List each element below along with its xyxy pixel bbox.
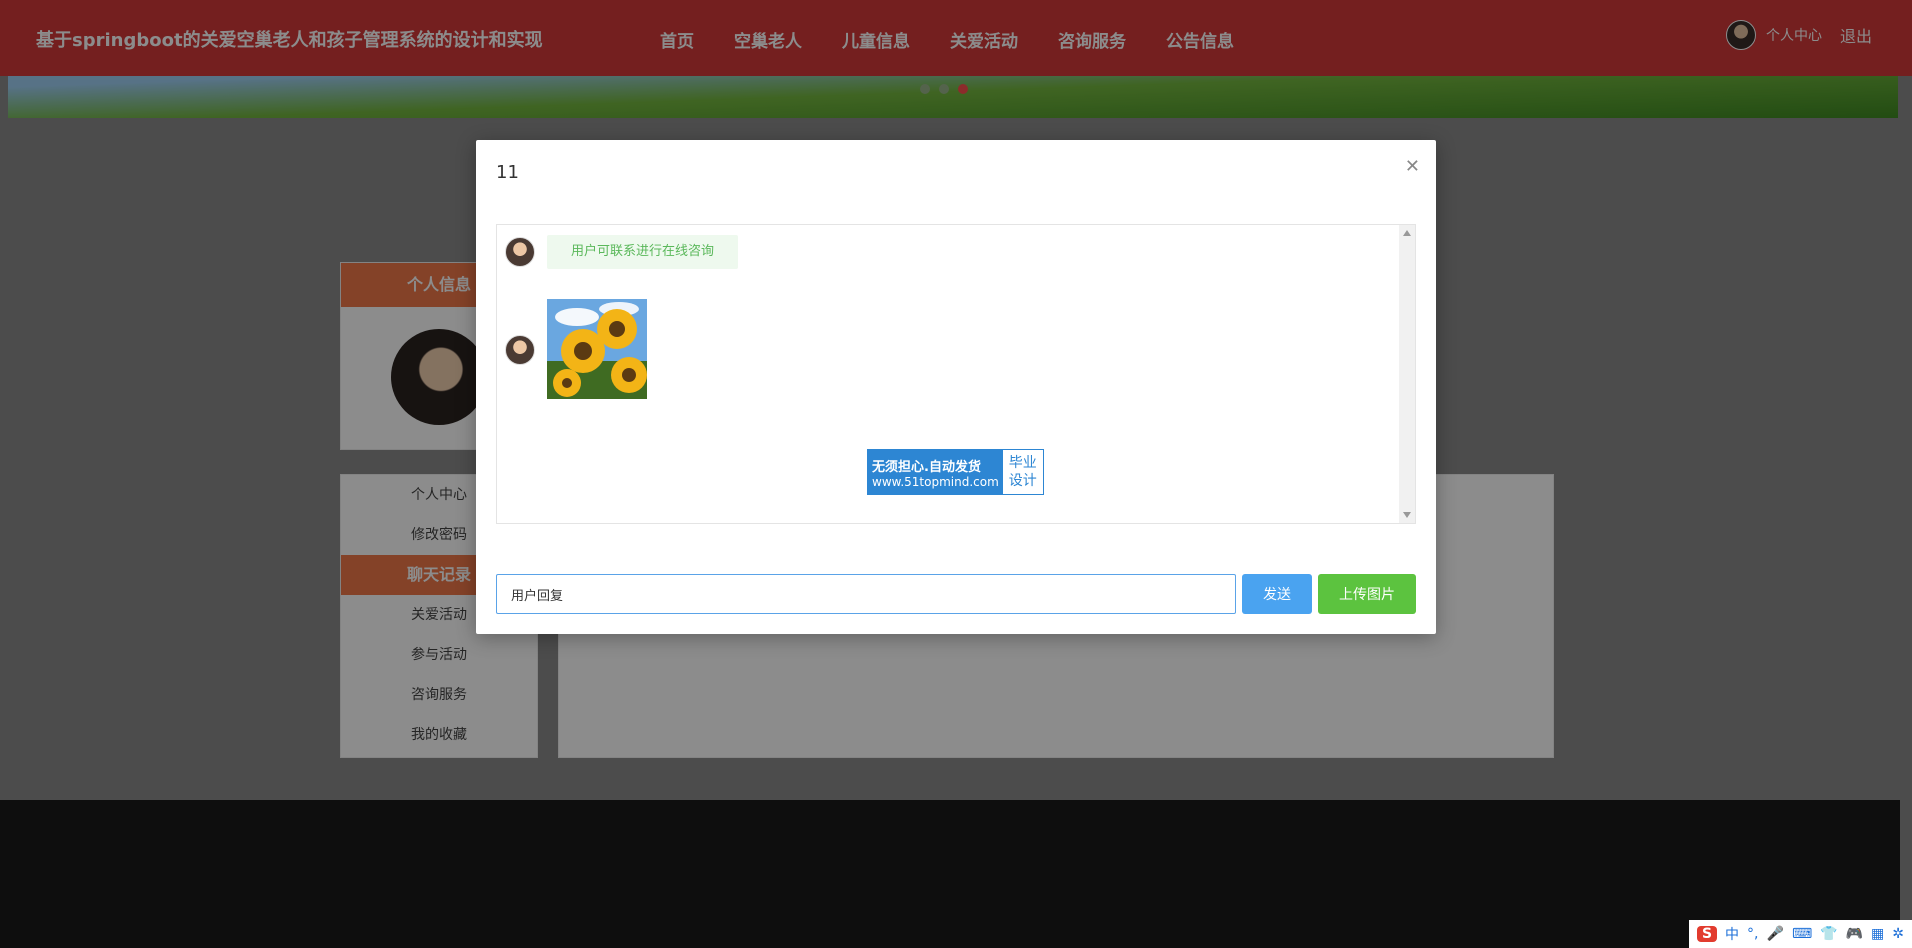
- chinese-mode-icon[interactable]: 中: [1725, 924, 1739, 944]
- keyboard-icon[interactable]: ⌨: [1792, 926, 1812, 942]
- microphone-icon[interactable]: 🎤: [1767, 926, 1784, 942]
- send-button[interactable]: 发送: [1242, 574, 1312, 614]
- punctuation-icon[interactable]: °,: [1747, 926, 1758, 942]
- modal-title: 11: [496, 162, 519, 183]
- watermark-url: www.51topmind.com: [872, 474, 999, 489]
- settings-icon[interactable]: ✲: [1892, 926, 1904, 942]
- watermark-tag: 毕业: [1008, 455, 1037, 471]
- watermark-tag: 设计: [1008, 473, 1037, 489]
- skin-icon[interactable]: 👕: [1820, 926, 1837, 942]
- sogou-ime-icon[interactable]: S: [1696, 926, 1718, 942]
- toolbox-icon[interactable]: ▦: [1871, 926, 1884, 942]
- reply-input[interactable]: [496, 574, 1236, 614]
- scroll-up-icon[interactable]: [1403, 230, 1411, 236]
- chat-modal: 11 ✕ 用户可联系进行在线咨询 无须担心.自动发货 www.51topmind…: [476, 140, 1436, 634]
- close-icon[interactable]: ✕: [1405, 156, 1420, 177]
- chat-scrollbar[interactable]: [1399, 225, 1415, 523]
- chat-history-box[interactable]: 用户可联系进行在线咨询 无须担心.自动发货 www.51topmind.com …: [496, 224, 1416, 524]
- ime-toolbar: S 中 °, 🎤 ⌨ 👕 🎮 ▦ ✲: [1688, 920, 1912, 948]
- scroll-down-icon[interactable]: [1403, 512, 1411, 518]
- upload-image-button[interactable]: 上传图片: [1318, 574, 1416, 614]
- chat-message-bubble: 用户可联系进行在线咨询: [547, 235, 739, 269]
- watermark-badge: 无须担心.自动发货 www.51topmind.com 毕业 设计: [867, 449, 1044, 495]
- message-avatar: [505, 335, 535, 365]
- game-icon[interactable]: 🎮: [1846, 926, 1863, 942]
- message-avatar: [505, 237, 535, 267]
- chat-image-sunflower[interactable]: [547, 299, 647, 399]
- watermark-text: 无须担心.自动发货: [872, 459, 981, 475]
